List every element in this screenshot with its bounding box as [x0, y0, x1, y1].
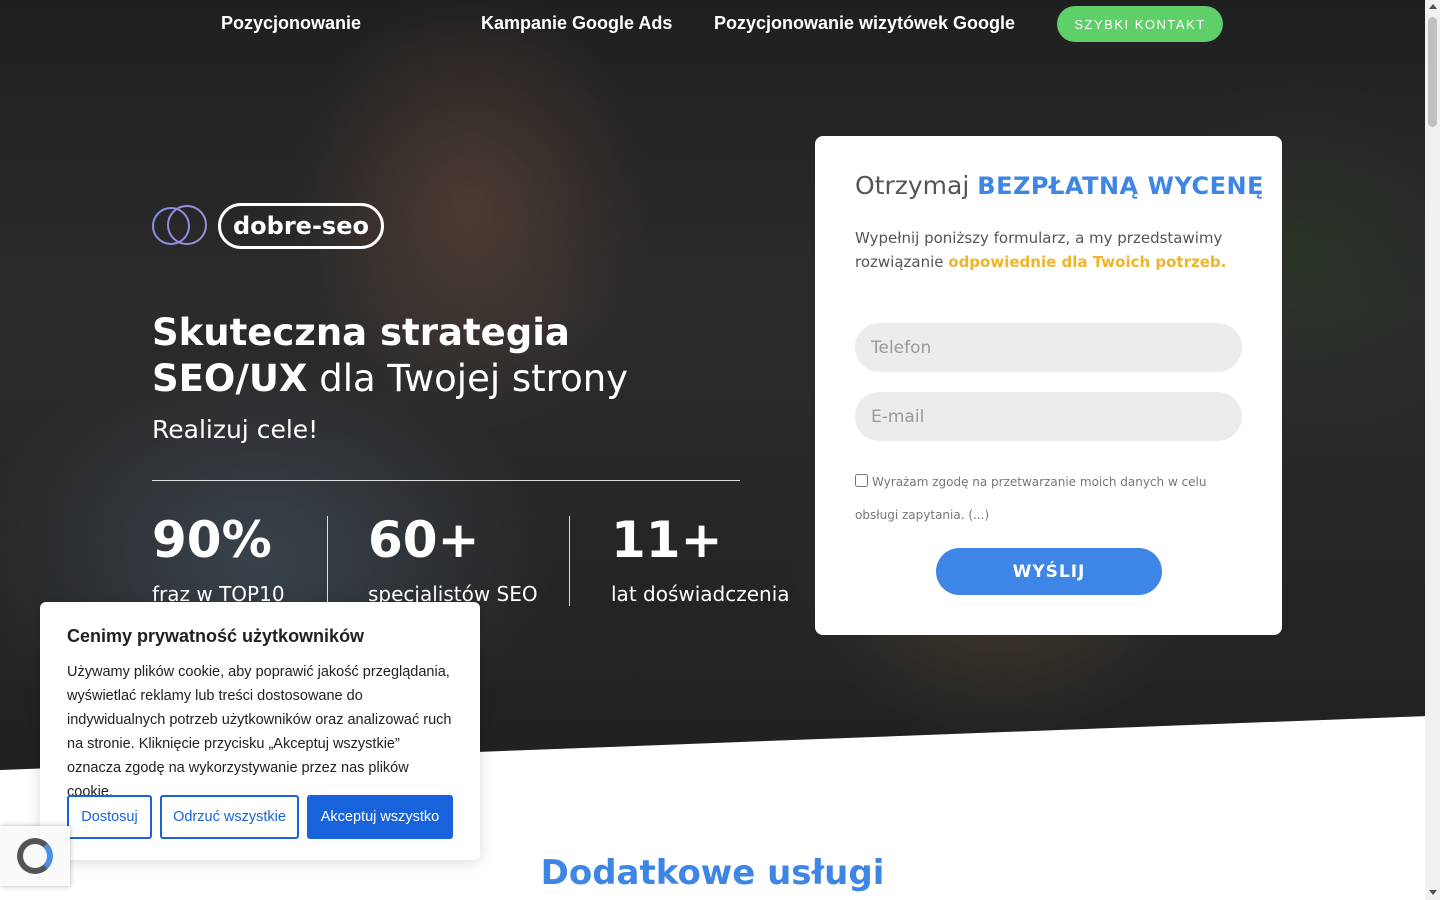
nav-item-wizytowki[interactable]: Pozycjonowanie wizytówek Google — [714, 13, 1015, 34]
cookie-customize-button[interactable]: Dostosuj — [67, 795, 152, 839]
recaptcha-badge[interactable] — [0, 826, 70, 886]
form-description: Wypełnij poniższy formularz, a my przeds… — [855, 226, 1245, 274]
cookie-banner: Cenimy prywatność użytkowników Używamy p… — [40, 602, 480, 860]
nav-item-pozycjonowanie[interactable]: Pozycjonowanie — [221, 13, 361, 34]
hero-divider — [152, 480, 740, 481]
cookie-text: Używamy plików cookie, aby poprawić jako… — [67, 664, 452, 800]
nav-item-google-ads[interactable]: Kampanie Google Ads — [481, 13, 672, 34]
stat-value: 60+ — [368, 511, 480, 569]
quick-contact-button[interactable]: SZYBKI KONTAKT — [1057, 6, 1223, 42]
stat-top10: 90% fraz w TOP10 — [152, 512, 285, 606]
hero-title: Skuteczna strategia SEO/UX dla Twojej st… — [152, 310, 628, 402]
scroll-down-arrow-icon[interactable] — [1429, 890, 1437, 895]
form-title: Otrzymaj BEZPŁATNĄ WYCENĘ — [855, 171, 1264, 200]
stat-divider — [569, 516, 570, 606]
hero-subtitle: Realizuj cele! — [152, 415, 319, 444]
submit-button[interactable]: WYŚLIJ — [936, 548, 1162, 595]
consent-label: Wyrażam zgodę na przetwarzanie moich dan… — [855, 475, 1207, 522]
consent-block: Wyrażam zgodę na przetwarzanie moich dan… — [855, 466, 1225, 532]
stat-value: 90% — [152, 511, 272, 569]
consent-checkbox[interactable] — [855, 474, 868, 487]
top-navigation: Pozycjonowanie Kampanie Google Ads Pozyc… — [0, 0, 1425, 48]
form-title-bold: BEZPŁATNĄ WYCENĘ — [977, 172, 1264, 200]
hero-title-line1: Skuteczna strategia — [152, 311, 570, 354]
logo[interactable]: dobre-seo — [152, 202, 384, 250]
stat-divider — [327, 516, 328, 606]
scrollbar-thumb[interactable] — [1428, 17, 1437, 127]
quote-form-card: Otrzymaj BEZPŁATNĄ WYCENĘ Wypełnij poniżs… — [815, 136, 1282, 635]
scroll-up-arrow-icon[interactable] — [1429, 4, 1437, 9]
email-input[interactable] — [855, 392, 1242, 441]
cookie-accept-button[interactable]: Akceptuj wszystko — [307, 795, 453, 839]
stat-specialists: 60+ specjalistów SEO — [368, 512, 538, 606]
recaptcha-icon — [17, 838, 53, 874]
stat-value: 11+ — [611, 511, 723, 569]
phone-input[interactable] — [855, 323, 1242, 372]
stat-label: lat doświadczenia — [611, 582, 790, 606]
form-title-light: Otrzymaj — [855, 171, 970, 200]
hero-title-bold: SEO/UX — [152, 357, 308, 400]
hero-title-rest: dla Twojej strony — [307, 357, 629, 400]
logo-rings-icon — [152, 202, 208, 250]
page-scrollbar[interactable] — [1425, 0, 1440, 900]
cookie-title: Cenimy prywatność użytkowników — [67, 626, 365, 646]
stat-experience: 11+ lat doświadczenia — [611, 512, 790, 606]
form-desc-highlight: odpowiednie dla Twoich potrzeb. — [948, 253, 1227, 271]
logo-text: dobre-seo — [218, 203, 384, 249]
cookie-reject-button[interactable]: Odrzuć wszystkie — [160, 795, 299, 839]
